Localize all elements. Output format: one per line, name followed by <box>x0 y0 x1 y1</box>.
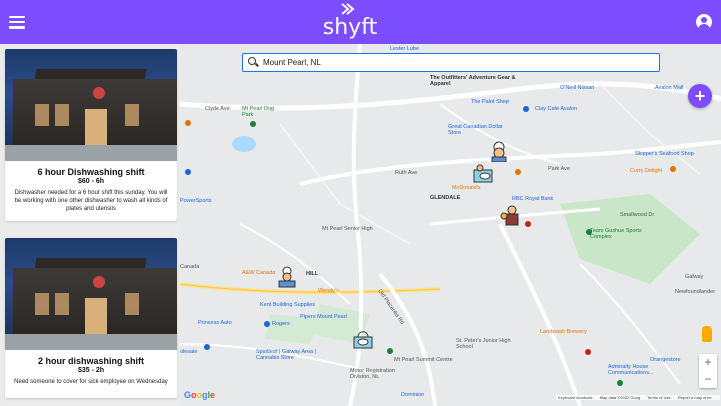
hamburger-menu-icon[interactable] <box>9 15 25 29</box>
search-input[interactable] <box>263 58 643 67</box>
area-label: Canada <box>180 264 200 270</box>
poi-pin-icon[interactable] <box>586 229 592 235</box>
shift-pay: $60 - 6h <box>77 178 105 185</box>
shift-image <box>5 49 177 161</box>
shift-card[interactable]: 2 hour dishwashing shift $35 - 2h Need s… <box>5 238 177 398</box>
poi-pin-icon[interactable] <box>250 121 256 127</box>
map-footer: Keyboard shortcuts Map data ©2022 Goog T… <box>556 395 720 400</box>
poi-pin-icon[interactable] <box>670 166 676 172</box>
poi-label: Clay Cafe Avalon <box>535 106 578 112</box>
poi-label: Wendy's <box>318 288 339 294</box>
poi-label: Orangestore <box>650 357 681 363</box>
poi-label: PowerSports <box>180 198 212 204</box>
shyft-logo: shyft <box>320 3 380 41</box>
poi-label: Motor Registration Division, NL <box>350 368 395 380</box>
poi-label: Team Gushue Sports Complex <box>590 228 642 240</box>
poi-label: Spiritleaf | Galway Area | Cannabis Stor… <box>256 349 317 361</box>
poi-label: Mt Pearl Dog Park <box>242 106 275 118</box>
poi-pin-icon[interactable] <box>387 348 393 354</box>
poi-label: Landwash Brewery <box>540 329 587 335</box>
location-search[interactable] <box>242 53 660 72</box>
poi-label: The Paint Shop <box>471 99 509 105</box>
poi-label: The Outfitters' Adventure Gear & Apparel <box>430 75 516 87</box>
poi-pin-icon[interactable] <box>264 321 270 327</box>
waiter-shift-marker-icon[interactable] <box>500 204 522 226</box>
area-label: Newfoundlander <box>675 289 716 295</box>
poi-pin-icon[interactable] <box>185 169 191 175</box>
poi-label: Pipers Mount Pearl <box>300 314 347 320</box>
shift-title: 2 hour dishwashing shift <box>37 356 144 366</box>
street-label: Park Ave <box>548 166 570 172</box>
poi-pin-icon[interactable] <box>515 169 521 175</box>
area-label: Galway <box>685 274 704 280</box>
poi-label: Lester Lube <box>390 46 420 52</box>
poi-pin-icon[interactable] <box>617 380 623 386</box>
poi-label: McDonald's <box>452 185 481 191</box>
map-data-attribution: Map data ©2022 Goog <box>599 395 641 400</box>
street-label: Ruth Ave <box>395 170 418 176</box>
street-label: Clyde Ave <box>205 106 230 112</box>
terms-link[interactable]: Terms of Use <box>647 395 671 400</box>
dishwasher-shift-marker-icon[interactable] <box>472 162 494 184</box>
poi-pin-icon[interactable] <box>523 106 529 112</box>
poi-pin-icon[interactable] <box>185 120 191 126</box>
shift-image <box>5 238 177 350</box>
poi-label: Mt Pearl Senior High <box>322 226 373 232</box>
shift-title: 6 hour Dishwashing shift <box>37 167 145 177</box>
poi-pin-icon[interactable] <box>204 344 210 350</box>
poi-label: Admiralty House Communications... <box>608 364 654 376</box>
poi-label: St. Peter's Junior High School <box>456 338 511 350</box>
shift-card[interactable]: 6 hour Dishwashing shift $60 - 6h Dishwa… <box>5 49 177 221</box>
top-app-bar: shyft <box>0 0 721 44</box>
poi-label: Kent Building Supplies <box>260 302 316 308</box>
street-view-pegman-icon[interactable] <box>702 326 712 342</box>
poi-label: RBC Royal Bank <box>512 196 554 202</box>
google-logo: Google <box>184 390 216 400</box>
poi-label: Curry Delight <box>630 168 663 174</box>
shift-description: Need someone to cover for sick employee … <box>14 379 168 385</box>
keyboard-shortcuts-link[interactable]: Keyboard shortcuts <box>558 395 592 400</box>
poi-label: Rogers <box>272 321 290 327</box>
poi-label: Great Canadian Dollar Store <box>448 124 503 136</box>
poi-pin-icon[interactable] <box>525 221 531 227</box>
zoom-in-button[interactable]: + <box>699 354 717 371</box>
zoom-out-button[interactable]: − <box>699 371 717 388</box>
poi-label: A&W Canada <box>242 270 276 276</box>
dishwasher-shift-marker-icon[interactable] <box>352 328 374 350</box>
map-view[interactable]: + Lester Lube The Outfitters' Adventure … <box>180 44 721 406</box>
poi-label: Skipper's Seafood Shop <box>635 151 694 157</box>
poi-label: Dominion <box>401 392 425 398</box>
shift-pay: $35 - 2h <box>77 367 105 374</box>
poi-label: olesale <box>180 349 198 355</box>
shift-description: Dishwasher needed for a 6 hour shift thi… <box>14 190 168 213</box>
area-label: GLENDALE <box>430 195 461 201</box>
poi-label: Mt Pearl Summit Centre <box>394 357 453 363</box>
zoom-controls: + − <box>699 354 717 388</box>
chef-shift-marker-icon[interactable] <box>276 266 298 288</box>
account-circle-icon[interactable] <box>696 14 712 30</box>
report-error-link[interactable]: Report a map error <box>678 395 712 400</box>
poi-label: Princess Auto <box>198 320 232 326</box>
street-label: Smallwood Dr <box>620 212 655 218</box>
area-label: HILL <box>306 271 319 277</box>
poi-label: Avalon Mall <box>655 85 684 91</box>
search-icon <box>248 57 259 68</box>
chef-shift-marker-icon[interactable] <box>488 140 510 163</box>
add-shift-button[interactable]: + <box>688 84 712 108</box>
logo-text: shyft <box>322 15 378 40</box>
poi-label: O'Neill Nissan <box>560 85 595 91</box>
shift-list: 6 hour Dishwashing shift $60 - 6h Dishwa… <box>0 44 180 406</box>
poi-pin-icon[interactable] <box>585 349 591 355</box>
